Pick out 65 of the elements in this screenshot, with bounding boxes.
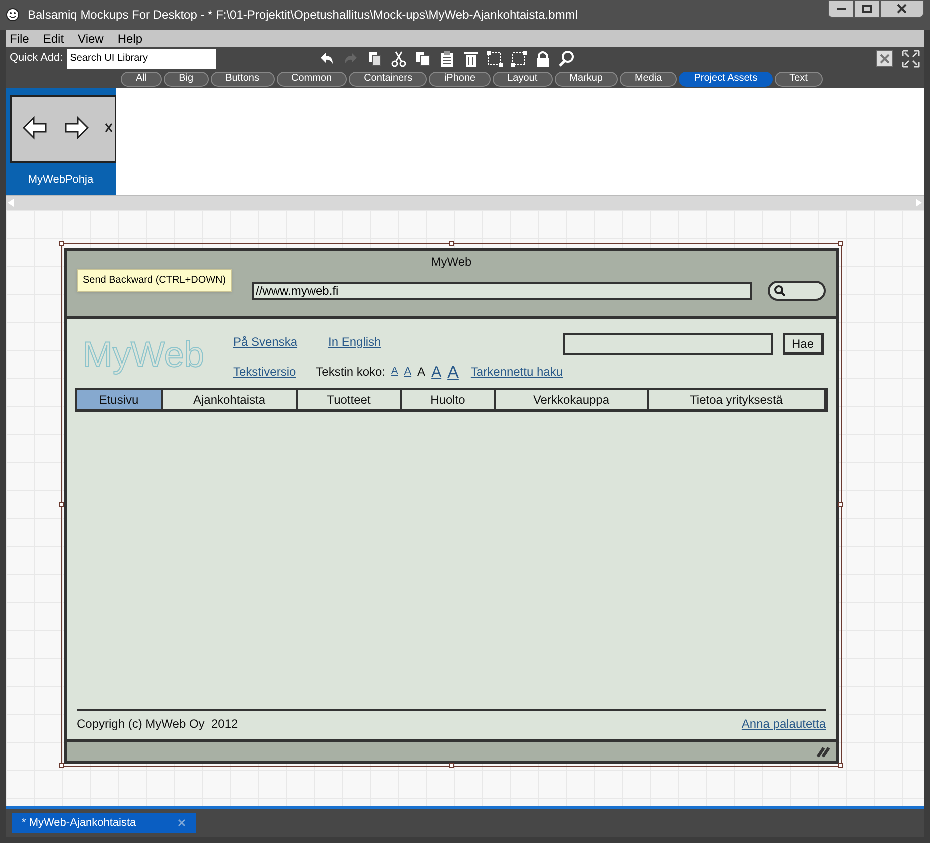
resize-handle[interactable] — [60, 764, 64, 768]
text-size-option[interactable]: A — [392, 367, 398, 377]
smiley-icon — [6, 8, 20, 22]
search-field[interactable]: Search UI Library — [67, 48, 216, 68]
footer-text: Copyrigh (c) MyWeb Oy 2012 — [77, 716, 238, 733]
resize-grip-icon — [816, 746, 830, 758]
category-tab[interactable]: Text — [774, 72, 823, 86]
category-tab[interactable]: Project Assets — [679, 72, 773, 86]
resize-handle[interactable] — [838, 764, 844, 768]
asset-name: MyWebPohja — [27, 173, 95, 188]
text-size-option[interactable]: A — [448, 364, 459, 380]
category-tab[interactable]: Media — [620, 72, 678, 86]
mockup-title: MyWeb — [430, 254, 473, 271]
resize-handle[interactable] — [60, 242, 64, 246]
resize-handle[interactable] — [449, 242, 454, 246]
text-size-option[interactable]: A — [418, 366, 426, 378]
fullscreen-icon[interactable] — [902, 50, 920, 68]
language-link[interactable]: In English — [328, 333, 382, 351]
text-version-link[interactable]: Tekstiversio — [233, 363, 296, 381]
duplicate-icon[interactable] — [414, 50, 432, 68]
resize-handle[interactable] — [449, 764, 454, 768]
asset-thumbnail[interactable]: MyWebPohja — [6, 88, 116, 195]
language-link[interactable]: På Svenska — [233, 333, 298, 351]
minimize-button[interactable] — [828, 0, 854, 18]
search-icon[interactable] — [558, 50, 576, 68]
close-icon[interactable] — [178, 819, 186, 827]
category-tab[interactable]: Common — [276, 72, 348, 86]
text-size-option[interactable]: A — [432, 364, 442, 380]
close-button[interactable] — [880, 0, 924, 18]
category-tab[interactable]: All — [121, 72, 162, 86]
url-field[interactable]: //www.myweb.fi — [252, 282, 752, 300]
search-button[interactable] — [768, 281, 826, 301]
menu-item[interactable]: File — [10, 30, 30, 48]
resize-handle[interactable] — [838, 502, 844, 508]
text-size-label: Tekstin koko: — [316, 364, 386, 381]
category-tab[interactable]: Big — [164, 72, 209, 86]
search-field[interactable] — [562, 333, 773, 355]
advanced-search-link[interactable]: Tarkennettu haku — [470, 363, 563, 381]
resize-handle[interactable] — [60, 502, 64, 508]
group-icon[interactable] — [486, 50, 504, 68]
document-tab-label: * MyWeb-Ajankohtaista — [22, 816, 136, 831]
copy-icon[interactable] — [366, 50, 384, 68]
search-icon — [774, 285, 786, 297]
window-title: Balsamiq Mockups For Desktop - * F:\01-Projektit\Opetushallitus\Mock-ups\MyWeb-Ajankohtaista.bmml — [28, 7, 579, 24]
tooltip: Send Backward (CTRL+DOWN) — [77, 269, 232, 292]
category-tab[interactable]: iPhone — [429, 72, 491, 86]
menu-item[interactable]: Edit — [43, 30, 64, 48]
feedback-link[interactable]: Anna palautetta — [742, 715, 826, 733]
logo: MyWeb — [82, 333, 206, 377]
category-tab[interactable]: Containers — [349, 72, 428, 86]
document-tab[interactable]: * MyWeb-Ajankohtaista — [12, 813, 196, 833]
menu-item[interactable]: View — [78, 30, 104, 48]
close-icon — [897, 4, 907, 14]
quick-add-label: Quick Add: — [10, 51, 64, 66]
scissors-icon[interactable] — [390, 50, 408, 68]
category-tab[interactable]: Layout — [492, 72, 553, 86]
category-tab[interactable]: Markup — [554, 72, 618, 86]
maximize-button[interactable] — [854, 0, 880, 18]
nav-tab[interactable]: Etusivu — [77, 390, 163, 409]
menu-item[interactable]: Help — [118, 30, 143, 48]
category-tab[interactable]: Buttons — [210, 72, 274, 86]
ungroup-icon[interactable] — [510, 50, 528, 68]
search-button[interactable]: Hae — [782, 333, 824, 355]
text-size-option[interactable]: A — [404, 366, 412, 378]
resize-handle[interactable] — [838, 242, 844, 246]
